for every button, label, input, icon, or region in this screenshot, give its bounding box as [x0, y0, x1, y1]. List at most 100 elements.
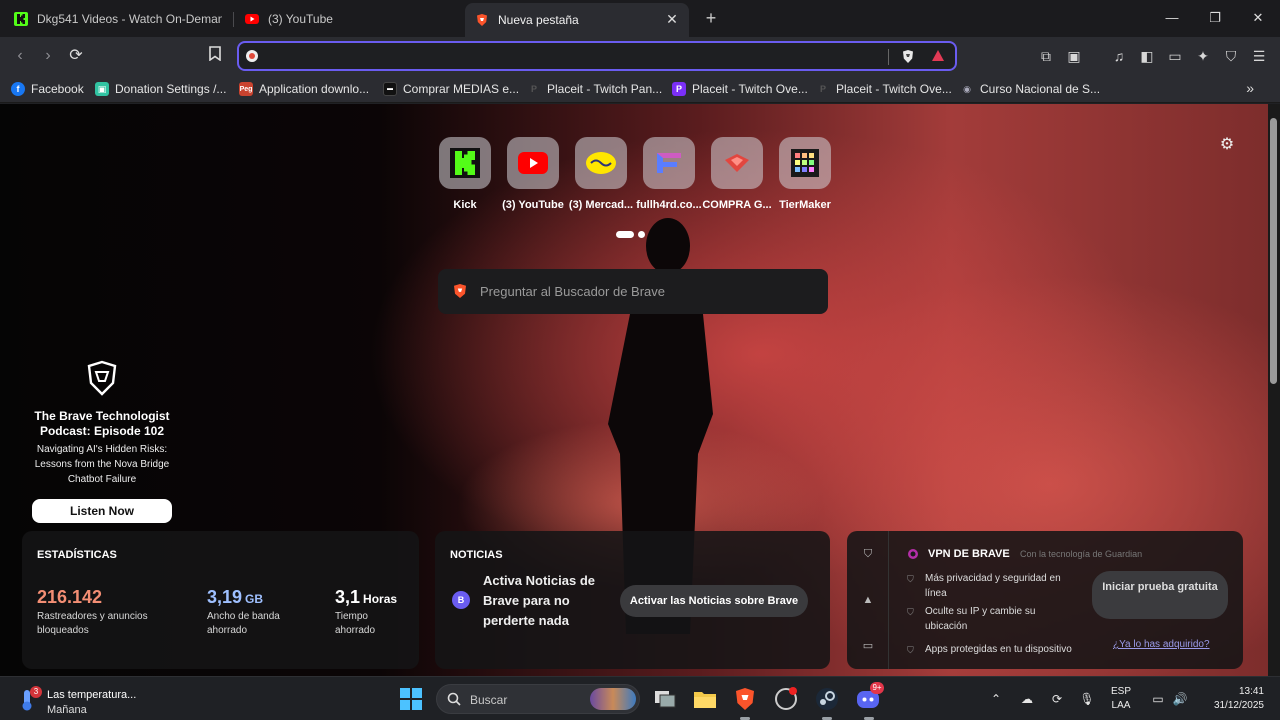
- tab-dkg541[interactable]: Dkg541 Videos - Watch On-Demand: [4, 4, 232, 33]
- forward-icon[interactable]: ›: [38, 46, 58, 66]
- bookmarks-bar: f Facebook ▣ Donation Settings /... Peg …: [0, 75, 1280, 103]
- scrollbar-thumb[interactable]: [1270, 118, 1277, 384]
- file-explorer-icon[interactable]: [692, 686, 718, 712]
- taskbar-search-input[interactable]: [470, 691, 590, 709]
- media-icon[interactable]: ♫: [1110, 47, 1128, 65]
- language-indicator[interactable]: ESP LAA: [1111, 685, 1131, 713]
- address-bar[interactable]: [237, 41, 957, 71]
- bookmark-glyph: [209, 46, 221, 62]
- vpn-icon[interactable]: ⛉: [1222, 47, 1240, 65]
- kick-icon: [450, 148, 480, 178]
- search-input[interactable]: [480, 281, 810, 301]
- taskbar-brave-icon[interactable]: [732, 686, 758, 712]
- steam-icon[interactable]: [814, 686, 840, 712]
- volume-icon[interactable]: 🔊: [1172, 691, 1188, 707]
- top-site-compragamer[interactable]: COMPRA G...: [702, 137, 772, 211]
- brave-search-box[interactable]: [438, 269, 828, 314]
- wallet-icon[interactable]: ▭: [1166, 47, 1184, 65]
- clock[interactable]: 13:41 31/12/2025: [1198, 685, 1264, 713]
- top-site-tile: [779, 137, 831, 189]
- vpn-feature: ⛉ Más privacidad y seguridad en línea: [907, 571, 1067, 601]
- address-input[interactable]: [265, 47, 865, 65]
- bookmark-facebook[interactable]: f Facebook: [11, 80, 84, 98]
- fullh4rd-icon: [657, 153, 681, 173]
- stats-title: ESTADÍSTICAS: [37, 549, 117, 561]
- notification-badge: 3: [30, 686, 42, 698]
- brave-news-icon: B: [452, 591, 470, 609]
- top-site-label: fullh4rd.co...: [636, 199, 702, 211]
- more-bookmarks-icon[interactable]: »: [1246, 80, 1254, 96]
- brave-shields-icon[interactable]: [901, 49, 915, 64]
- extensions-icon[interactable]: ⧉: [1037, 47, 1055, 65]
- top-site-youtube[interactable]: (3) YouTube: [502, 137, 564, 211]
- bookmark-application-download[interactable]: Peg Application downlo...: [239, 80, 369, 98]
- top-site-mercadolibre[interactable]: (3) Mercad...: [569, 137, 633, 211]
- sync-icon[interactable]: ⟳: [1049, 691, 1065, 707]
- placeit-icon: P: [819, 84, 826, 94]
- vpn-feature-text: Apps protegidas en tu dispositivo: [925, 644, 1072, 655]
- task-view-icon[interactable]: [652, 686, 678, 712]
- bookmark-placeit-2[interactable]: P Placeit - Twitch Ove...: [672, 80, 808, 98]
- windows-start-icon[interactable]: [398, 686, 424, 712]
- minimize-icon[interactable]: —: [1162, 8, 1182, 28]
- search-icon: [447, 692, 461, 706]
- bookmark-icon[interactable]: [205, 46, 225, 66]
- podcast-title: The Brave Technologist Podcast: Episode …: [34, 409, 170, 438]
- stat-label: Rastreadores y anuncios bloqueados: [37, 611, 148, 636]
- xbox-icon: [775, 687, 797, 710]
- bookmark-curso-nacional[interactable]: ◉ Curso Nacional de S...: [960, 80, 1100, 98]
- microphone-icon[interactable]: 🎙: [1079, 691, 1095, 707]
- top-site-tiermaker[interactable]: TierMaker: [777, 137, 833, 211]
- close-tab-icon[interactable]: ✕: [665, 12, 679, 26]
- already-purchased-link[interactable]: ¿Ya lo has adquirido?: [1113, 639, 1210, 650]
- bookmark-comprar-medias[interactable]: ▬ Comprar MEDIAS e...: [383, 80, 519, 98]
- bookmark-placeit-3[interactable]: P Placeit - Twitch Ove...: [816, 80, 952, 98]
- brave-icon: [454, 284, 466, 298]
- bookmark-donation-settings[interactable]: ▣ Donation Settings /...: [95, 80, 226, 98]
- top-site-kick[interactable]: Kick: [437, 137, 493, 211]
- pager-dot-active[interactable]: [616, 231, 634, 238]
- facebook-icon: f: [11, 82, 25, 96]
- chevron-up-icon[interactable]: ⌃: [988, 691, 1004, 707]
- sidebar-icon[interactable]: ◧: [1138, 47, 1156, 65]
- compragamer-icon: [725, 154, 749, 172]
- tab-new-tab[interactable]: Nueva pestaña ✕: [465, 3, 689, 37]
- top-site-label: (3) Mercad...: [568, 199, 634, 211]
- weather-widget[interactable]: 3 Las temperatura... Mañana: [18, 683, 168, 716]
- close-window-icon[interactable]: ✕: [1248, 8, 1268, 28]
- new-tab-icon[interactable]: +: [701, 8, 721, 28]
- network-icon[interactable]: ▭: [1150, 691, 1166, 707]
- weather-subtitle: Mañana: [47, 704, 87, 716]
- back-icon[interactable]: ‹: [10, 46, 30, 66]
- discord-icon[interactable]: 9+: [856, 682, 884, 712]
- top-site-fullh4rd[interactable]: fullh4rd.co...: [636, 137, 702, 211]
- enable-news-button[interactable]: Activar las Noticias sobre Brave: [620, 585, 808, 617]
- tab-youtube[interactable]: (3) YouTube: [235, 4, 459, 33]
- brave-rewards-icon[interactable]: [931, 49, 945, 63]
- taskbar-app-icon[interactable]: [773, 686, 799, 712]
- bookmark-placeit-1[interactable]: P Placeit - Twitch Pan...: [527, 80, 662, 98]
- top-site-label: COMPRA G...: [702, 199, 772, 211]
- pager-dot[interactable]: [638, 231, 645, 238]
- menu-icon[interactable]: ☰: [1250, 47, 1268, 65]
- restore-icon[interactable]: ❐: [1205, 8, 1225, 28]
- gear-icon[interactable]: ⚙: [1218, 136, 1236, 154]
- onedrive-icon[interactable]: ☁: [1019, 691, 1035, 707]
- peg-icon: Peg: [239, 82, 253, 96]
- top-site-tile: [575, 137, 627, 189]
- talk-icon[interactable]: ▭: [861, 639, 875, 653]
- rewards-triangle-icon[interactable]: ▲: [861, 593, 875, 607]
- podcast-description: Navigating AI's Hidden Risks: Lessons fr…: [34, 444, 170, 485]
- leo-ai-icon[interactable]: ✦: [1194, 47, 1212, 65]
- placeit-icon: P: [530, 84, 537, 94]
- reader-mode-icon[interactable]: ▣: [1065, 47, 1083, 65]
- bookmark-label: Facebook: [31, 82, 84, 96]
- taskbar: 3 Las temperatura... Mañana 9+ ⌃ ☁ ⟳ 🎙 E…: [0, 676, 1280, 720]
- taskbar-search[interactable]: [436, 684, 640, 714]
- listen-now-button[interactable]: Listen Now: [32, 499, 172, 523]
- vpn-shield-icon[interactable]: ⛉: [861, 547, 875, 561]
- start-trial-button[interactable]: Iniciar prueba gratuita: [1092, 571, 1228, 619]
- task-view-glyph: [655, 691, 676, 708]
- brave-icon: [477, 14, 487, 26]
- reload-icon[interactable]: ⟳: [66, 46, 86, 66]
